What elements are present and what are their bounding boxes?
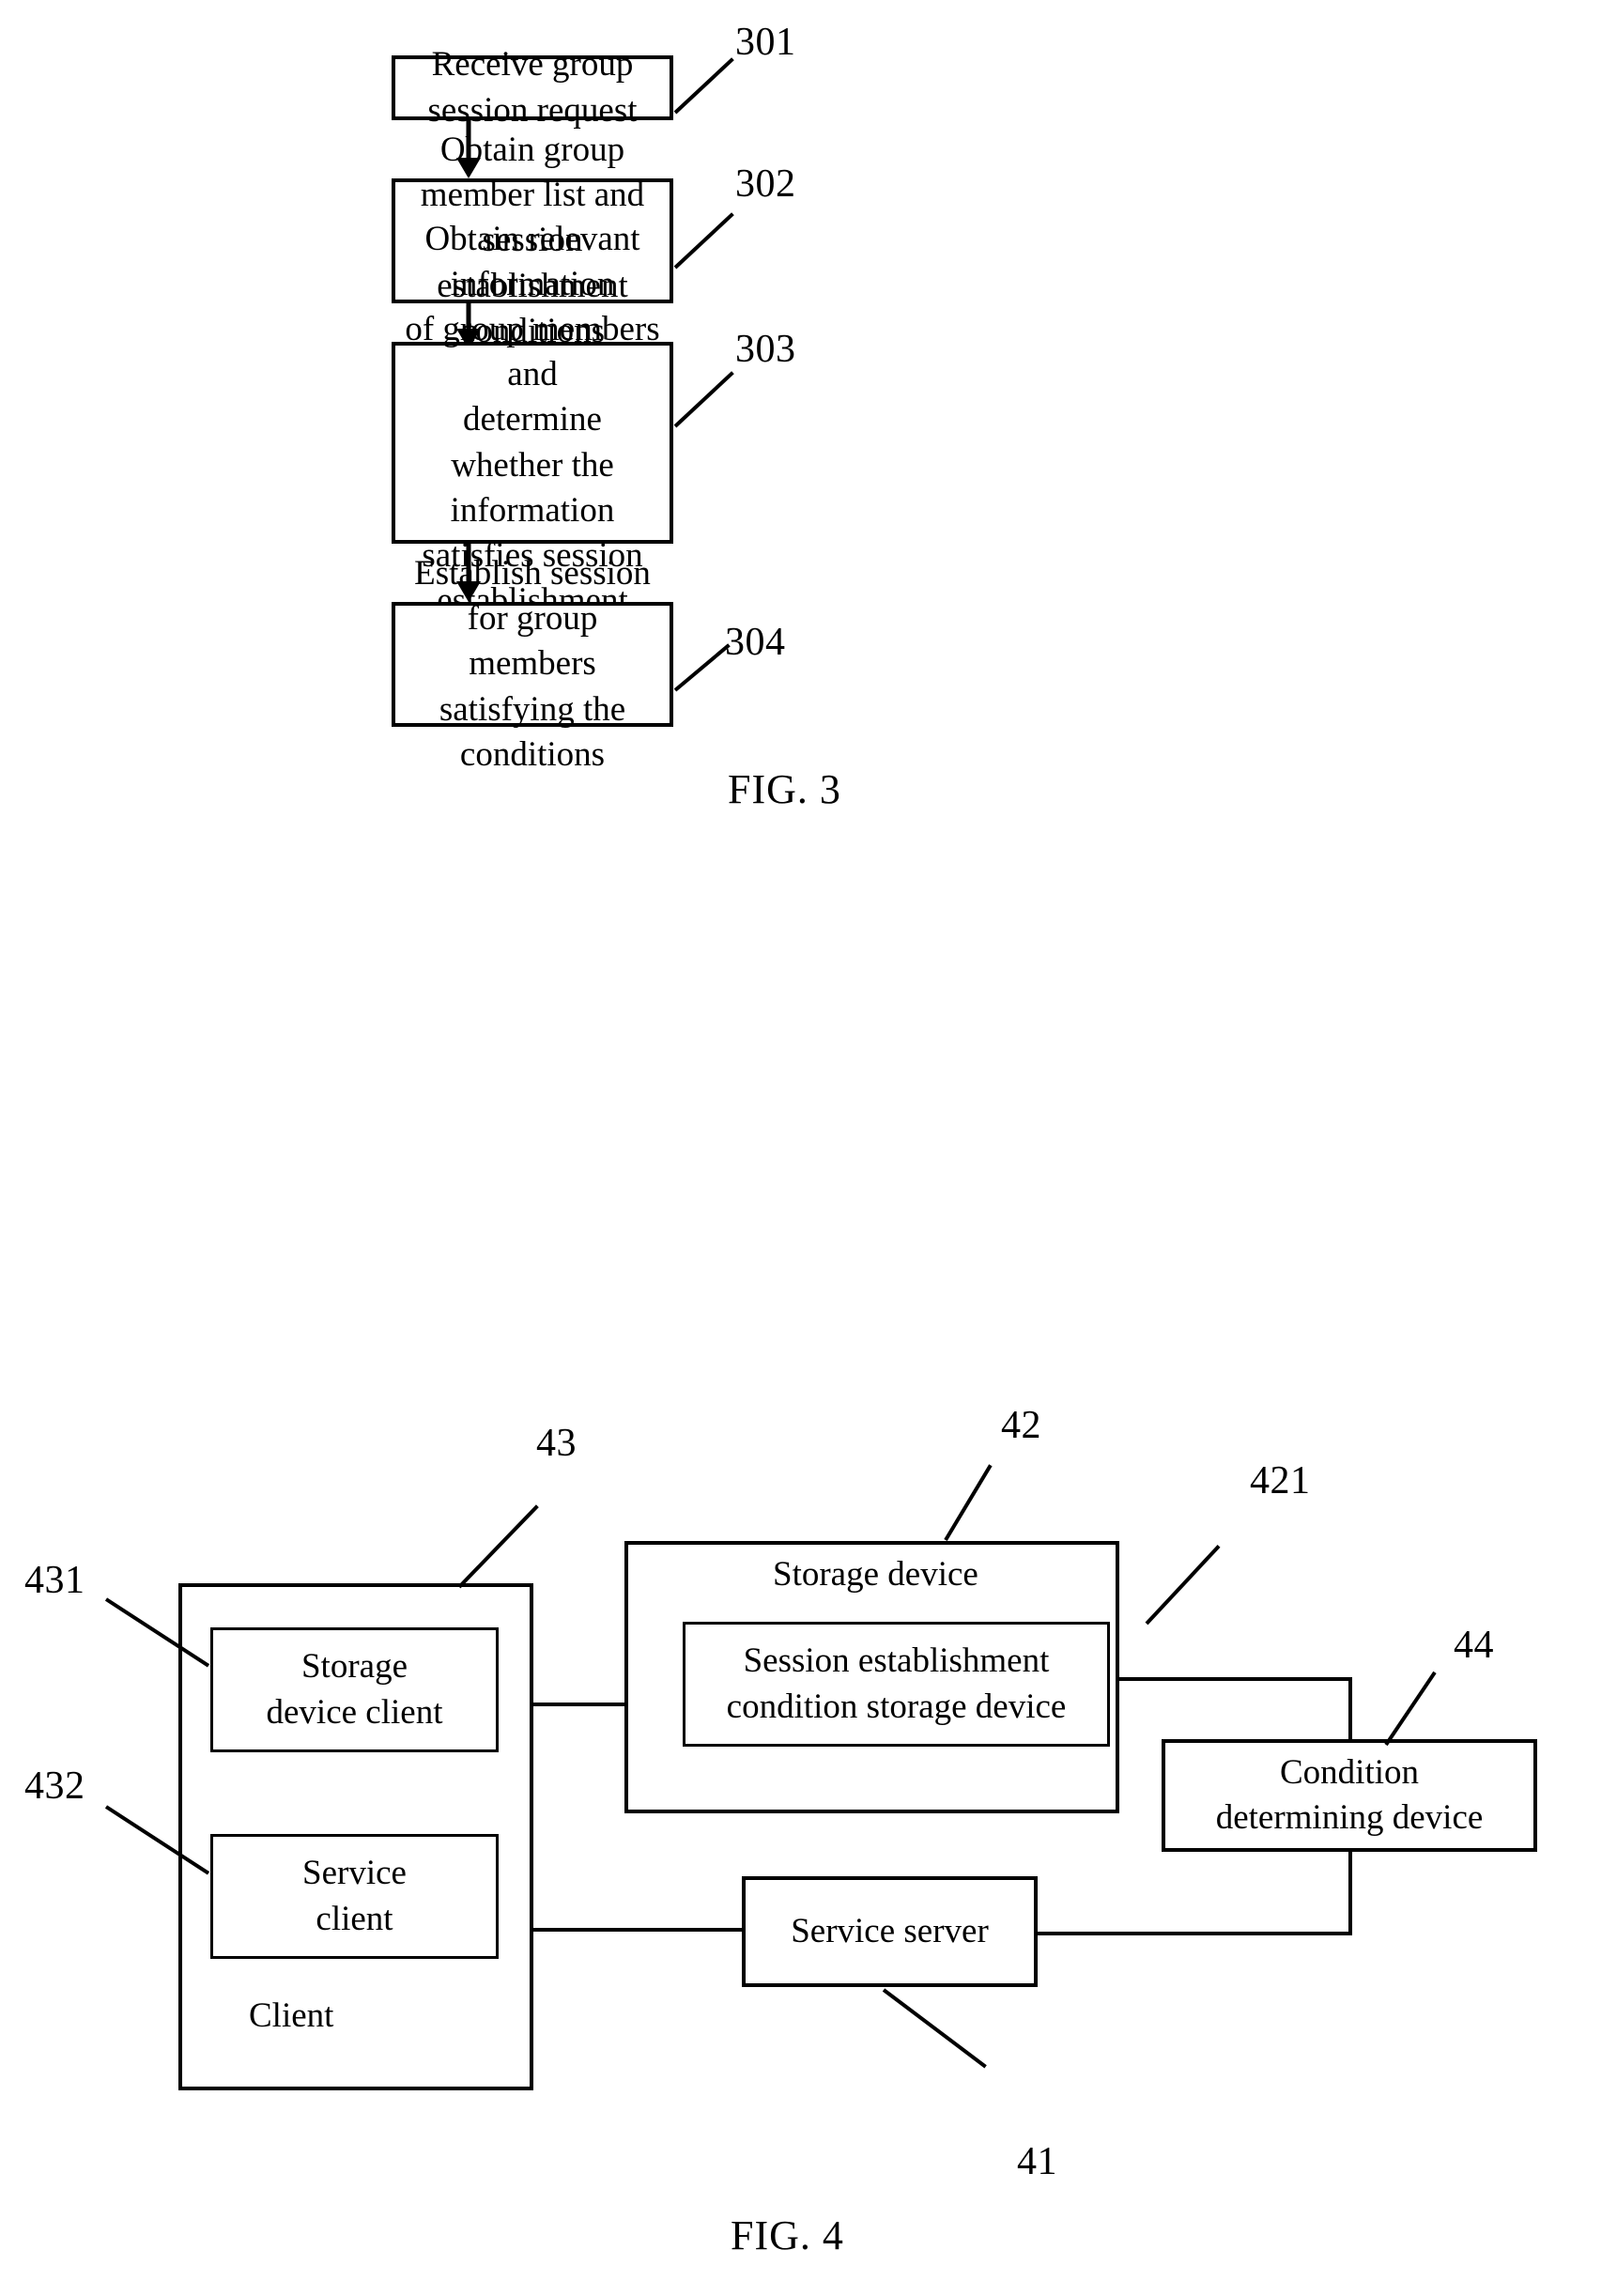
leader-line-303 (673, 371, 734, 428)
ref-numeral-301: 301 (735, 21, 796, 64)
ref-numeral-432: 432 (24, 1764, 85, 1808)
leader-line-302 (673, 212, 734, 270)
storage-device-client-line2: device client (266, 1692, 443, 1732)
condition-determining-device-box: Condition determining device (1162, 1739, 1537, 1852)
ref-numeral-44: 44 (1454, 1624, 1494, 1667)
condition-determining-device-line2: determining device (1215, 1798, 1484, 1837)
service-server-box: Service server (742, 1876, 1038, 1987)
leader-line-42 (944, 1464, 993, 1542)
ref-numeral-41: 41 (1017, 2140, 1057, 2183)
ref-numeral-304: 304 (725, 621, 786, 664)
ref-numeral-43: 43 (536, 1422, 577, 1465)
ref-numeral-303: 303 (735, 328, 796, 371)
connector-service-client-to-service-server (498, 1928, 743, 1932)
client-label: Client (249, 1996, 334, 2035)
flow-step-303-line3: determine whether the (451, 400, 614, 485)
flow-step-304-line1: Establish session for group (414, 554, 651, 639)
flow-step-304-box: Establish session for group members sati… (392, 554, 673, 774)
connector-session-condition-right (1113, 1677, 1352, 1681)
session-condition-storage-line2: condition storage device (726, 1687, 1067, 1726)
figure-3-caption: FIG. 3 (728, 766, 841, 812)
service-client-line1: Service (302, 1854, 407, 1893)
session-condition-storage-box: Session establishment condition storage … (683, 1622, 1110, 1747)
leader-line-41 (882, 1988, 987, 2069)
ref-numeral-431: 431 (24, 1559, 85, 1602)
flow-step-303-box: Obtain relevant information of group mem… (392, 220, 673, 665)
ref-numeral-42: 42 (1001, 1404, 1041, 1447)
flow-step-303-line1: Obtain relevant information (424, 220, 640, 304)
leader-line-421 (1145, 1544, 1221, 1626)
leader-line-304 (673, 643, 731, 692)
leader-line-301 (673, 57, 734, 115)
session-condition-storage-line1: Session establishment (743, 1641, 1050, 1681)
flow-step-304-line3: conditions (459, 734, 606, 774)
connector-service-server-to-right-bus (1038, 1932, 1352, 1935)
service-client-line2: client (316, 1899, 393, 1938)
flow-step-304-line2: members satisfying the (439, 644, 626, 729)
figure-4-caption: FIG. 4 (731, 2212, 844, 2258)
condition-determining-device-line1: Condition (1279, 1752, 1420, 1792)
storage-device-client-box: Storage device client (210, 1627, 499, 1752)
leader-line-43 (457, 1504, 539, 1589)
storage-device-client-line1: Storage (300, 1647, 408, 1687)
service-server-label: Service server (791, 1911, 989, 1950)
storage-device-label: Storage device (773, 1555, 978, 1594)
flow-step-303-line2: of group members and (405, 310, 660, 394)
ref-numeral-421: 421 (1250, 1459, 1311, 1502)
patent-drawing-sheet: Receive group session request 301 Obtain… (0, 0, 1617, 2296)
flow-step-301-text: Receive group session request (427, 45, 638, 130)
flow-step-302-line1: Obtain group member list and (420, 131, 645, 215)
service-client-box: Service client (210, 1834, 499, 1959)
ref-numeral-302: 302 (735, 162, 796, 206)
flow-step-301-box: Receive group session request (392, 45, 673, 130)
leader-line-44 (1384, 1671, 1437, 1747)
